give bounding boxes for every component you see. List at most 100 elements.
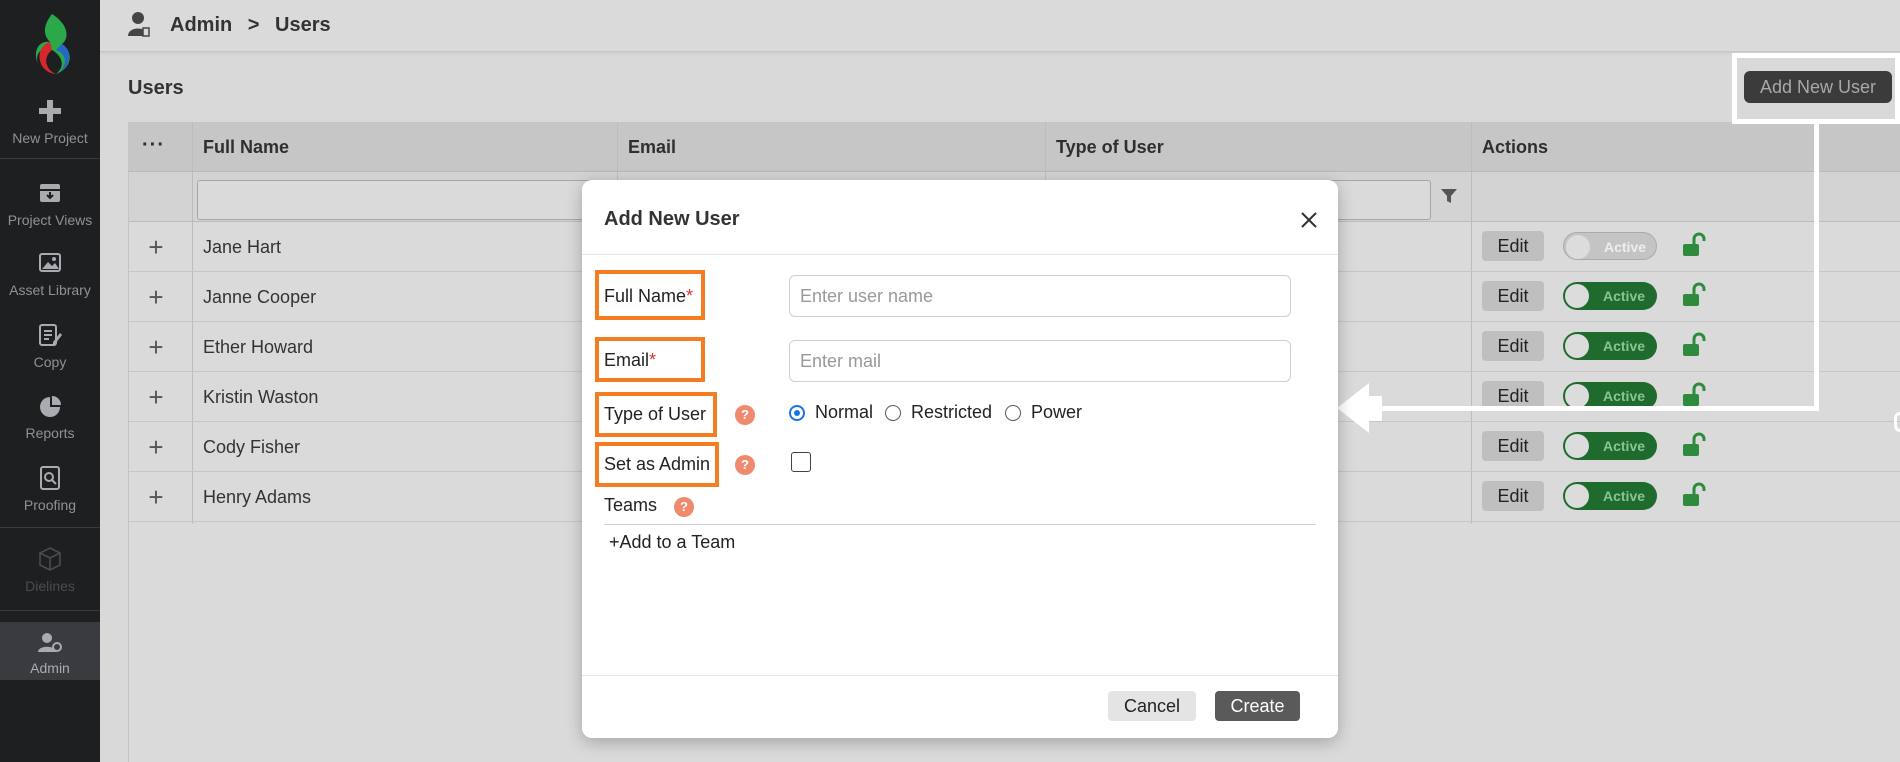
status-label: Active — [1603, 488, 1646, 504]
create-button[interactable]: Create — [1215, 691, 1300, 721]
status-toggle[interactable]: Active — [1563, 282, 1657, 310]
edit-button[interactable]: Edit — [1482, 331, 1544, 361]
required-mark: * — [686, 286, 694, 306]
expand-row-icon[interactable]: + — [145, 384, 167, 410]
nav-label: Proofing — [23, 497, 77, 513]
unlock-icon[interactable] — [1680, 482, 1706, 508]
status-toggle[interactable]: Active — [1563, 432, 1657, 460]
status-label: Active — [1603, 288, 1646, 304]
edit-button[interactable]: Edit — [1482, 481, 1544, 511]
expand-row-icon[interactable]: + — [145, 234, 167, 260]
expand-row-icon[interactable]: + — [145, 434, 167, 460]
modal-header-divider — [582, 254, 1338, 255]
unlock-icon[interactable] — [1680, 432, 1706, 458]
radio-label: Power — [1031, 402, 1083, 422]
filter-icon[interactable] — [1440, 187, 1458, 205]
nav-proofing[interactable]: Proofing — [0, 465, 100, 513]
expand-row-icon[interactable]: + — [145, 484, 167, 510]
edit-button[interactable]: Edit — [1482, 431, 1544, 461]
help-icon[interactable]: ? — [735, 455, 755, 475]
unlock-icon[interactable] — [1680, 332, 1706, 358]
nav-label: Dielines — [25, 578, 75, 594]
column-header-full-name[interactable]: Full Name — [203, 137, 289, 158]
callout-connector — [1814, 124, 1819, 411]
breadcrumb-admin[interactable]: Admin — [170, 14, 232, 36]
nav-new-project[interactable]: New Project — [0, 98, 100, 146]
callout-connector — [1376, 406, 1819, 411]
email-input[interactable]: Enter mail — [789, 340, 1291, 382]
status-label: Active — [1603, 338, 1646, 354]
nav-project-views[interactable]: Project Views — [0, 180, 100, 228]
full-name-filter-input[interactable] — [197, 180, 605, 220]
callout-highlight-box — [1732, 53, 1900, 124]
table-header: ··· Full Name Email Type of User Actions — [129, 122, 1900, 172]
proof-search-icon — [40, 466, 60, 490]
status-label: Active — [1603, 388, 1646, 404]
image-icon — [39, 253, 61, 272]
admin-user-icon — [128, 12, 150, 37]
box-icon — [39, 547, 61, 571]
status-label: Active — [1604, 239, 1647, 255]
radio-label: Normal — [815, 402, 874, 422]
status-toggle[interactable]: Active — [1563, 332, 1657, 360]
nav-copy[interactable]: Copy — [0, 322, 100, 370]
set-as-admin-checkbox[interactable] — [791, 452, 811, 472]
app-logo[interactable] — [22, 10, 78, 78]
breadcrumb-separator: > — [247, 14, 260, 36]
edge-handle — [1894, 412, 1900, 432]
nav-dielines: Dielines — [0, 546, 100, 594]
column-header-actions: Actions — [1482, 137, 1549, 157]
help-icon[interactable]: ? — [674, 497, 694, 517]
add-to-team-link[interactable]: +Add to a Team — [609, 532, 735, 553]
status-toggle[interactable]: Active — [1563, 232, 1657, 260]
user-full-name: Henry Adams — [203, 487, 312, 507]
user-full-name: Cody Fisher — [203, 437, 301, 457]
nav-divider — [0, 610, 100, 611]
required-mark: * — [649, 350, 657, 370]
radio-icon — [885, 405, 901, 421]
email-label: Email* — [604, 350, 656, 371]
edit-document-icon — [39, 324, 62, 346]
user-full-name: Ether Howard — [203, 337, 314, 357]
type-of-user-label: Type of User — [604, 404, 707, 424]
top-bar: Admin > Users — [100, 0, 1900, 52]
nav-asset-library[interactable]: Asset Library — [0, 250, 100, 298]
radio-selected-icon — [789, 405, 805, 421]
edit-button[interactable]: Edit — [1482, 231, 1544, 261]
set-as-admin-label: Set as Admin — [604, 454, 711, 474]
user-full-name: Janne Cooper — [203, 287, 317, 307]
full-name-label-text: Full Name — [604, 286, 687, 306]
help-icon[interactable]: ? — [735, 405, 755, 425]
nav-label: Admin — [30, 660, 70, 676]
expand-row-icon[interactable]: + — [145, 284, 167, 310]
column-header-email[interactable]: Email — [628, 137, 676, 158]
column-header-type[interactable]: Type of User — [1056, 137, 1164, 158]
callout-arrow-icon — [1337, 383, 1369, 433]
email-label-text: Email — [604, 350, 650, 370]
nav-label: Reports — [25, 425, 75, 441]
nav-reports[interactable]: Reports — [0, 393, 100, 441]
user-full-name: Jane Hart — [203, 237, 282, 257]
unlock-icon[interactable] — [1680, 282, 1706, 308]
full-name-input[interactable]: Enter user name — [789, 275, 1291, 317]
expand-row-icon[interactable]: + — [145, 334, 167, 360]
unlock-icon[interactable] — [1680, 232, 1706, 258]
close-icon[interactable] — [1295, 206, 1323, 234]
unlock-icon[interactable] — [1680, 382, 1706, 408]
plus-icon — [39, 100, 61, 122]
teams-label: Teams — [604, 495, 658, 515]
nav-label: Asset Library — [9, 282, 91, 298]
full-name-label: Full Name* — [604, 286, 693, 307]
breadcrumb: Admin > Users — [170, 14, 341, 37]
user-full-name: Kristin Waston — [203, 387, 319, 407]
cancel-button[interactable]: Cancel — [1108, 691, 1196, 721]
column-menu-icon[interactable]: ··· — [142, 134, 165, 157]
status-label: Active — [1603, 438, 1646, 454]
nav-label: Copy — [33, 354, 67, 370]
status-toggle[interactable]: Active — [1563, 482, 1657, 510]
edit-button[interactable]: Edit — [1482, 281, 1544, 311]
nav-divider — [0, 527, 100, 528]
nav-admin[interactable]: Admin — [0, 622, 100, 680]
breadcrumb-users: Users — [275, 14, 331, 36]
modal-footer-divider — [582, 675, 1338, 676]
